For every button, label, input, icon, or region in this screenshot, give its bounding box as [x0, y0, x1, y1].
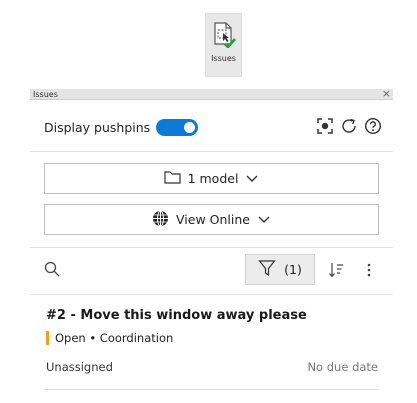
globe-icon — [152, 210, 169, 230]
model-selector[interactable]: 1 model — [44, 163, 379, 194]
display-pushpins-toggle[interactable] — [156, 118, 199, 136]
issues-palette: Issues × Display pushpins 1 model View O… — [30, 88, 393, 403]
chevron-down-icon — [257, 212, 271, 227]
refresh-icon[interactable] — [340, 117, 358, 135]
divider — [44, 389, 379, 390]
close-icon[interactable]: × — [382, 88, 391, 99]
divider — [30, 151, 393, 152]
divider — [30, 247, 393, 248]
filter-button[interactable]: (1) — [245, 254, 315, 285]
issue-title: #2 - Move this window away please — [46, 308, 307, 323]
status-indicator — [46, 331, 49, 345]
view-selector[interactable]: View Online — [44, 204, 379, 235]
filter-icon — [258, 259, 276, 280]
model-selector-label: 1 model — [187, 171, 239, 186]
display-pushpins-label: Display pushpins — [44, 119, 151, 135]
locate-icon[interactable] — [316, 117, 334, 135]
view-selector-label: View Online — [176, 212, 250, 227]
issue-assignee: Unassigned — [46, 360, 113, 374]
issue-list-item[interactable]: #2 - Move this window away please Open •… — [30, 298, 393, 390]
more-options-icon[interactable] — [366, 261, 372, 279]
help-icon[interactable] — [364, 117, 382, 135]
sort-icon[interactable] — [328, 261, 346, 279]
issues-toolbar: (1) — [30, 253, 393, 285]
folder-icon — [163, 170, 181, 187]
divider — [30, 294, 393, 295]
search-icon[interactable] — [44, 261, 60, 277]
issues-icon — [212, 22, 236, 49]
toggle-knob — [184, 121, 196, 133]
palette-title: Issues — [33, 90, 58, 99]
filter-count: (1) — [284, 262, 302, 277]
palette-titlebar[interactable]: Issues × — [30, 88, 393, 100]
palette-actions — [316, 117, 382, 135]
display-pushpins-row: Display pushpins — [44, 117, 199, 137]
issue-status: Open • Coordination — [46, 331, 173, 345]
issues-ribbon-label: Issues — [211, 54, 236, 63]
issue-status-text: Open • Coordination — [55, 331, 174, 345]
issue-due-date: No due date — [307, 360, 378, 374]
issues-ribbon-button[interactable]: Issues — [205, 13, 242, 77]
chevron-down-icon — [245, 171, 259, 186]
